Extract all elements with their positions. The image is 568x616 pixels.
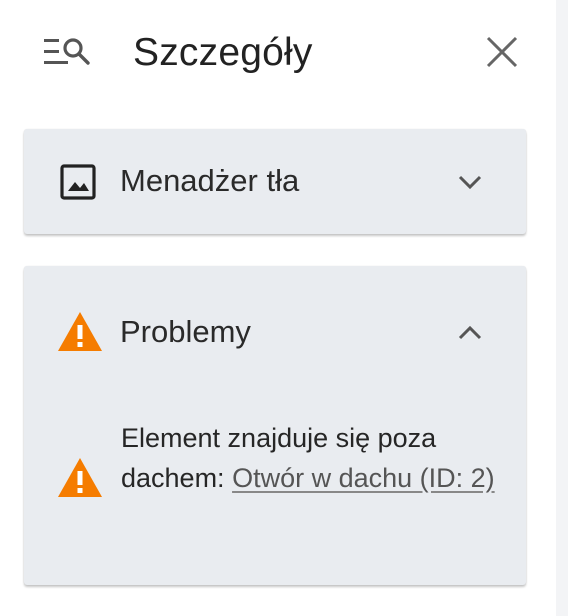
chevron-up-icon[interactable]	[454, 317, 486, 349]
details-panel: Szczegóły Menadżer tła Problemy Element …	[0, 0, 556, 616]
background-manager-label: Menadżer tła	[120, 163, 300, 198]
warning-icon	[58, 312, 102, 351]
warning-icon	[58, 458, 102, 497]
details-search-icon	[44, 38, 90, 65]
page-title: Szczegóły	[133, 31, 313, 74]
scroll-gutter	[556, 0, 568, 616]
background-manager-section: Menadżer tła	[24, 129, 526, 234]
problems-section: Problemy Element znajduje się poza dache…	[24, 266, 526, 585]
background-manager-header[interactable]: Menadżer tła	[24, 129, 526, 234]
problem-message: Element znajduje się poza dachem: Otwór …	[121, 418, 501, 498]
chevron-down-icon[interactable]	[454, 166, 486, 198]
panel-header: Szczegóły	[0, 0, 556, 104]
problems-label: Problemy	[120, 314, 251, 349]
problem-list-item: Element znajduje się poza dachem: Otwór …	[24, 416, 526, 556]
close-icon[interactable]	[484, 34, 520, 70]
problems-header[interactable]: Problemy	[24, 266, 526, 400]
problem-element-link[interactable]: Otwór w dachu (ID: 2)	[232, 463, 495, 493]
image-icon	[60, 164, 96, 200]
